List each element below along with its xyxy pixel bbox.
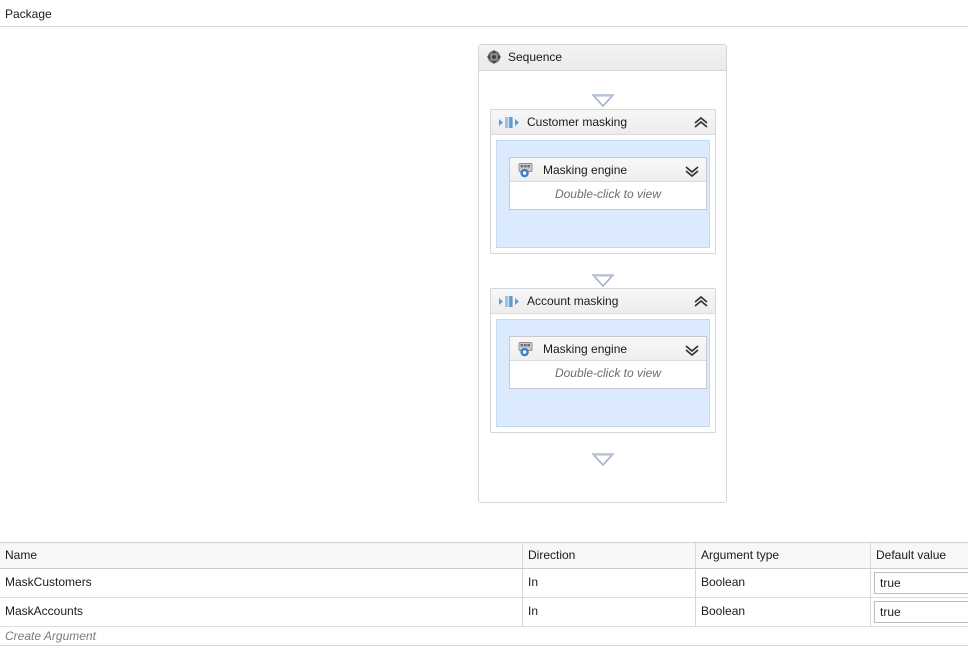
- down-arrow-connector-icon: [591, 94, 615, 108]
- masking-engine-header[interactable]: Masking engine: [510, 158, 706, 182]
- down-arrow-connector-icon: [591, 274, 615, 288]
- activity-header[interactable]: Account masking: [491, 289, 715, 314]
- masking-engine-gear-icon: [518, 341, 536, 357]
- argument-direction[interactable]: In: [523, 598, 696, 626]
- argument-default-cell[interactable]: [871, 569, 968, 597]
- argument-name[interactable]: MaskCustomers: [0, 569, 523, 597]
- chevron-double-down-icon[interactable]: [683, 162, 701, 179]
- activity-header[interactable]: Customer masking: [491, 110, 715, 135]
- activity-customer-masking[interactable]: Customer masking Masking engine Double-c…: [490, 109, 716, 254]
- sequence-container[interactable]: Sequence Customer masking Masking engine…: [478, 44, 727, 503]
- masking-engine-gear-icon: [518, 162, 536, 178]
- sequence-activity-icon: [499, 295, 521, 308]
- activity-title: Customer masking: [527, 115, 628, 129]
- chevron-double-down-icon[interactable]: [683, 341, 701, 358]
- masking-engine-title: Masking engine: [543, 342, 628, 356]
- argument-type[interactable]: Boolean: [696, 598, 871, 626]
- masking-engine-body[interactable]: Double-click to view: [510, 182, 706, 209]
- down-arrow-connector-icon: [591, 453, 615, 467]
- masking-engine-header[interactable]: Masking engine: [510, 337, 706, 361]
- activity-account-masking[interactable]: Account masking Masking engine Double-cl…: [490, 288, 716, 433]
- masking-engine-body[interactable]: Double-click to view: [510, 361, 706, 388]
- chevron-double-up-icon[interactable]: [692, 114, 710, 131]
- masking-engine-card[interactable]: Masking engine Double-click to view: [509, 336, 707, 389]
- argument-direction[interactable]: In: [523, 569, 696, 597]
- column-header-default-value[interactable]: Default value: [871, 543, 968, 568]
- default-value-input[interactable]: [874, 572, 968, 594]
- column-header-name[interactable]: Name: [0, 543, 523, 568]
- workflow-designer-canvas[interactable]: Sequence Customer masking Masking engine…: [0, 28, 968, 528]
- sequence-body: Customer masking Masking engine Double-c…: [479, 71, 726, 501]
- chevron-double-up-icon[interactable]: [692, 293, 710, 310]
- masking-engine-title: Masking engine: [543, 163, 628, 177]
- create-argument-row[interactable]: Create Argument: [0, 627, 968, 646]
- arguments-panel: Name Direction Argument type Default val…: [0, 542, 968, 646]
- table-row[interactable]: MaskAccounts In Boolean: [0, 598, 968, 627]
- sequence-header[interactable]: Sequence: [479, 45, 726, 71]
- create-argument-label[interactable]: Create Argument: [5, 629, 96, 643]
- arguments-header-row: Name Direction Argument type Default val…: [0, 543, 968, 569]
- column-header-argument-type[interactable]: Argument type: [696, 543, 871, 568]
- masking-engine-card[interactable]: Masking engine Double-click to view: [509, 157, 707, 210]
- breadcrumb-package[interactable]: Package: [5, 7, 52, 21]
- sequence-activity-icon: [499, 116, 521, 129]
- argument-name[interactable]: MaskAccounts: [0, 598, 523, 626]
- argument-type[interactable]: Boolean: [696, 569, 871, 597]
- activity-title: Account masking: [527, 294, 619, 308]
- activity-body[interactable]: Masking engine Double-click to view: [496, 319, 710, 427]
- double-click-hint: Double-click to view: [554, 366, 662, 380]
- table-row[interactable]: MaskCustomers In Boolean: [0, 569, 968, 598]
- activity-body[interactable]: Masking engine Double-click to view: [496, 140, 710, 248]
- column-header-direction[interactable]: Direction: [523, 543, 696, 568]
- sequence-title: Sequence: [508, 50, 563, 64]
- double-click-hint: Double-click to view: [554, 187, 662, 201]
- default-value-input[interactable]: [874, 601, 968, 623]
- move-handle-icon: [486, 49, 502, 65]
- argument-default-cell[interactable]: [871, 598, 968, 626]
- breadcrumb-bar: Package: [0, 0, 968, 27]
